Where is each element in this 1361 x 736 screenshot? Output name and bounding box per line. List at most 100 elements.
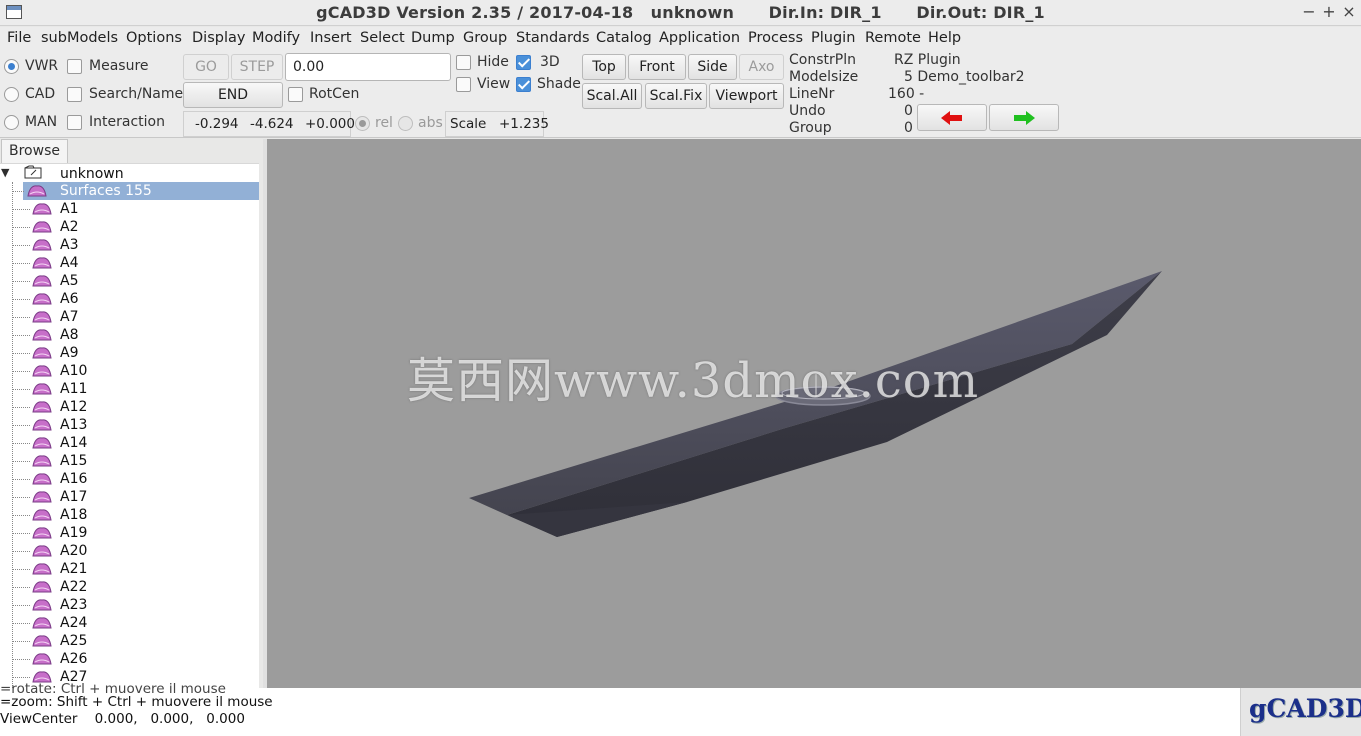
tree-item[interactable]: A14 (60, 434, 87, 452)
tree-surfaces-group[interactable]: Surfaces 155 (23, 182, 259, 200)
interaction-checkbox[interactable] (67, 115, 82, 130)
shade-checkbox[interactable] (516, 77, 531, 92)
tree-item[interactable]: A1 (60, 200, 78, 218)
tree-item[interactable]: A18 (60, 506, 87, 524)
rel-radio[interactable] (355, 116, 370, 131)
rotcen-label[interactable]: RotCen (309, 86, 359, 102)
tree-item[interactable]: A11 (60, 380, 87, 398)
tree-item[interactable]: A15 (60, 452, 87, 470)
menu-remote[interactable]: Remote (865, 30, 921, 46)
constrpln-label: ConstrPln (789, 52, 856, 68)
tree-item[interactable]: A26 (60, 650, 87, 668)
tree-item[interactable]: A8 (60, 326, 78, 344)
search-name-label[interactable]: Search/Name (89, 86, 183, 102)
tree-item[interactable]: A21 (60, 560, 87, 578)
hide-label[interactable]: Hide (477, 54, 509, 70)
menu-dump[interactable]: Dump (411, 30, 455, 46)
mode-cad-radio[interactable] (4, 87, 19, 102)
front-view-button[interactable]: Front (628, 54, 686, 80)
tree-item[interactable]: A13 (60, 416, 87, 434)
menu-display[interactable]: Display (192, 30, 245, 46)
measure-checkbox[interactable] (67, 59, 82, 74)
menu-process[interactable]: Process (748, 30, 803, 46)
interaction-label[interactable]: Interaction (89, 114, 165, 130)
close-button[interactable]: × (1340, 2, 1358, 21)
menu-plugin[interactable]: Plugin (811, 30, 855, 46)
tree-item[interactable]: A3 (60, 236, 78, 254)
tree-item[interactable]: A4 (60, 254, 78, 272)
model-tree[interactable]: ▼ unknown Surfaces 155 A1 A2 A3 A4 A5 A6 A7 A8 A… (0, 163, 259, 688)
surface-icon (32, 545, 52, 557)
minimize-button[interactable]: − (1300, 2, 1318, 21)
tree-item[interactable]: A7 (60, 308, 78, 326)
menu-help[interactable]: Help (928, 30, 961, 46)
tree-item[interactable]: A25 (60, 632, 87, 650)
tree-item[interactable]: A2 (60, 218, 78, 236)
end-button[interactable]: END (183, 82, 283, 108)
undo-back-button[interactable] (917, 104, 987, 131)
axo-view-button[interactable]: Axo (739, 54, 784, 80)
tree-item[interactable]: A19 (60, 524, 87, 542)
menu-file[interactable]: File (7, 30, 31, 46)
tree-item[interactable]: A6 (60, 290, 78, 308)
tree-item[interactable]: A17 (60, 488, 87, 506)
tree-item[interactable]: A5 (60, 272, 78, 290)
tree-item[interactable]: A20 (60, 542, 87, 560)
menu-submodels[interactable]: subModels (41, 30, 118, 46)
menu-insert[interactable]: Insert (310, 30, 352, 46)
menu-standards[interactable]: Standards (516, 30, 590, 46)
tree-item[interactable]: A16 (60, 470, 87, 488)
menu-options[interactable]: Options (126, 30, 182, 46)
tree-root-unknown[interactable]: unknown (60, 165, 124, 183)
expander-arrow-icon[interactable]: ▼ (1, 166, 9, 179)
menu-group[interactable]: Group (463, 30, 507, 46)
modelsize-value: 5 Demo_toolbar2 (904, 69, 1025, 85)
abs-label[interactable]: abs (418, 115, 443, 131)
tab-browse[interactable]: Browse (1, 139, 68, 163)
shade-label[interactable]: Shade (537, 76, 581, 92)
viewport-button[interactable]: Viewport (709, 83, 784, 109)
mode-cad-label[interactable]: CAD (25, 86, 55, 102)
search-name-checkbox[interactable] (67, 87, 82, 102)
step-button[interactable]: STEP (231, 54, 283, 80)
redo-forward-button[interactable] (989, 104, 1059, 131)
tree-guide-line (12, 182, 13, 688)
view-checkbox[interactable] (456, 77, 471, 92)
maximize-button[interactable]: + (1320, 2, 1338, 21)
value-entry[interactable]: 0.00 (285, 53, 451, 81)
tree-guide-branch (12, 479, 30, 480)
surface-icon (32, 527, 52, 539)
tree-item[interactable]: A9 (60, 344, 78, 362)
menu-catalog[interactable]: Catalog (596, 30, 652, 46)
app-logo: gCAD3D (1240, 688, 1361, 736)
hide-checkbox[interactable] (456, 55, 471, 70)
3d-label[interactable]: 3D (540, 54, 560, 70)
menu-application[interactable]: Application (659, 30, 740, 46)
measure-label[interactable]: Measure (89, 58, 149, 74)
side-view-button[interactable]: Side (688, 54, 737, 80)
menu-modify[interactable]: Modify (252, 30, 300, 46)
tree-item[interactable]: A22 (60, 578, 87, 596)
abs-radio[interactable] (398, 116, 413, 131)
surface-icon (32, 383, 52, 395)
tree-item[interactable]: A10 (60, 362, 87, 380)
top-view-button[interactable]: Top (582, 54, 626, 80)
menu-select[interactable]: Select (360, 30, 405, 46)
tree-item[interactable]: A23 (60, 596, 87, 614)
view-label[interactable]: View (477, 76, 510, 92)
3d-checkbox[interactable] (516, 55, 531, 70)
mode-man-radio[interactable] (4, 115, 19, 130)
3d-viewport[interactable]: 莫西网www.3dmox.com (263, 139, 1361, 688)
mode-vwr-radio[interactable] (4, 59, 19, 74)
go-button[interactable]: GO (183, 54, 229, 80)
tree-item[interactable]: A12 (60, 398, 87, 416)
status-view-center: ViewCenter 0.000, 0.000, 0.000 (0, 711, 245, 727)
scale-all-button[interactable]: Scal.All (582, 83, 642, 109)
mode-vwr-label[interactable]: VWR (25, 58, 58, 74)
tree-item[interactable]: A24 (60, 614, 87, 632)
scale-fix-button[interactable]: Scal.Fix (645, 83, 707, 109)
rel-label[interactable]: rel (375, 115, 393, 131)
mode-man-label[interactable]: MAN (25, 114, 57, 130)
rotcen-checkbox[interactable] (288, 87, 303, 102)
tree-guide-branch (12, 425, 30, 426)
